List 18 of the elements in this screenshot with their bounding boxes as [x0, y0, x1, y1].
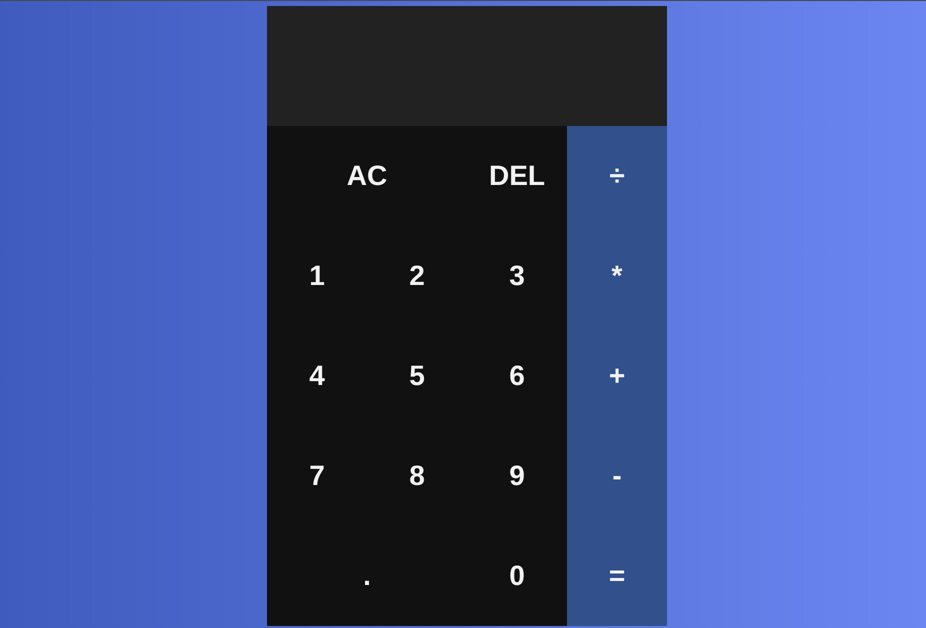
digit-key[interactable]: 3 [467, 226, 567, 326]
digit-key[interactable]: 9 [467, 426, 567, 526]
digit-key[interactable]: 4 [267, 326, 367, 426]
digit-key[interactable]: 6 [467, 326, 567, 426]
function-key[interactable]: DEL [467, 126, 567, 226]
digit-key[interactable]: 0 [467, 526, 567, 626]
digit-key[interactable]: . [267, 526, 467, 626]
digit-key[interactable]: 1 [267, 226, 367, 326]
function-key[interactable]: AC [267, 126, 467, 226]
digit-key[interactable]: 5 [367, 326, 467, 426]
digit-key[interactable]: 2 [367, 226, 467, 326]
operator-key[interactable]: - [567, 426, 667, 526]
digit-key[interactable]: 7 [267, 426, 367, 526]
digit-key[interactable]: 8 [367, 426, 467, 526]
operator-key[interactable]: ÷ [567, 126, 667, 226]
operator-key[interactable]: * [567, 226, 667, 326]
operator-key[interactable]: = [567, 526, 667, 626]
operator-key[interactable]: + [567, 326, 667, 426]
